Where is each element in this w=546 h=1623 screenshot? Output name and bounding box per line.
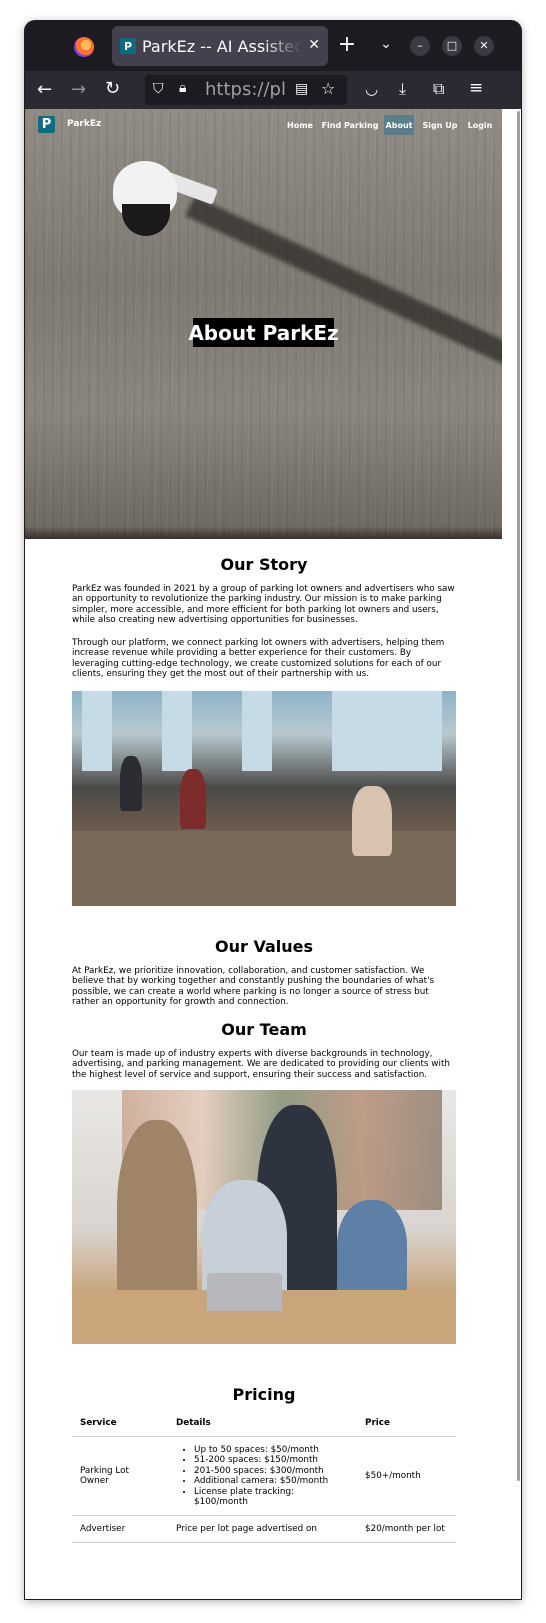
- url-text[interactable]: https://pl: [205, 79, 285, 100]
- site-logo[interactable]: P: [38, 116, 55, 133]
- team-photo: [72, 1090, 456, 1344]
- cell-price: $50+/month: [357, 1436, 456, 1517]
- values-heading: Our Values: [214, 937, 313, 956]
- office-window: [242, 691, 272, 771]
- page-viewport[interactable]: P ParkEz Home Find Parking About Sign Up…: [25, 109, 521, 1599]
- browser-window: P ParkEz -- AI Assistec ✕ + ⌄ – □ ✕ ← → …: [25, 21, 521, 1599]
- cell-details: Price per lot page advertised on: [168, 1515, 357, 1544]
- list-item: Up to 50 spaces: $50/month: [194, 1445, 349, 1455]
- nav-login[interactable]: Login: [465, 115, 495, 135]
- minimize-icon[interactable]: –: [410, 36, 430, 56]
- story-paragraph-1: ParkEz was founded in 2021 by a group of…: [72, 584, 455, 626]
- header-price: Price: [357, 1415, 456, 1437]
- office-window: [162, 691, 192, 771]
- chevron-down-icon[interactable]: ⌄: [375, 36, 397, 52]
- table-row: Advertiser Price per lot page advertised…: [72, 1515, 456, 1544]
- close-icon[interactable]: ✕: [308, 37, 320, 53]
- cell-price: $20/month per lot: [357, 1515, 456, 1544]
- nav-sign-up[interactable]: Sign Up: [422, 115, 458, 135]
- menu-icon[interactable]: ≡: [469, 78, 483, 98]
- office-photo: [72, 691, 456, 906]
- shield-icon[interactable]: ⛉: [153, 81, 164, 97]
- table-header-row: Service Details Price: [72, 1415, 456, 1437]
- tab-favicon-icon: P: [120, 38, 136, 54]
- pricing-heading: Pricing: [232, 1385, 296, 1404]
- navigation-toolbar: ← → ↻ ⛉ 🔒︎ https://pl ▤ ☆ ◡ ⤓ ⧉ ≡: [25, 71, 521, 109]
- pocket-icon[interactable]: ◡: [365, 80, 378, 98]
- team-paragraph: Our team is made up of industry experts …: [72, 1049, 450, 1080]
- table-row: Parking Lot Owner Up to 50 spaces: $50/m…: [72, 1436, 456, 1517]
- office-person: [120, 756, 142, 811]
- team-person: [117, 1120, 197, 1310]
- details-list: Up to 50 spaces: $50/month 51-200 spaces…: [176, 1445, 349, 1507]
- header-service: Service: [72, 1415, 168, 1437]
- list-item: 51-200 spaces: $150/month: [194, 1455, 349, 1465]
- story-heading: Our Story: [220, 555, 308, 574]
- list-item: Additional camera: $50/month: [194, 1476, 349, 1486]
- lock-icon[interactable]: 🔒︎: [179, 80, 186, 96]
- team-heading: Our Team: [221, 1020, 307, 1039]
- hero-banner: P ParkEz Home Find Parking About Sign Up…: [25, 109, 502, 539]
- team-person: [337, 1200, 407, 1300]
- list-item: 201-500 spaces: $300/month: [194, 1466, 349, 1476]
- office-person: [180, 769, 206, 829]
- hero-title: About ParkEz: [188, 318, 339, 347]
- header-details: Details: [168, 1415, 357, 1437]
- maximize-icon[interactable]: □: [442, 36, 462, 56]
- active-tab[interactable]: P ParkEz -- AI Assistec ✕: [112, 26, 328, 66]
- office-window: [332, 691, 442, 771]
- back-icon[interactable]: ←: [37, 79, 52, 100]
- cell-service: Advertiser: [72, 1515, 168, 1544]
- tab-strip: P ParkEz -- AI Assistec ✕ + ⌄ – □ ✕: [25, 21, 521, 71]
- download-icon[interactable]: ⤓: [399, 79, 406, 99]
- office-person: [352, 786, 392, 856]
- tab-title: ParkEz -- AI Assistec: [142, 36, 302, 56]
- nav-find-parking[interactable]: Find Parking: [322, 115, 379, 135]
- pricing-table: Service Details Price Parking Lot Owner …: [72, 1415, 456, 1544]
- nav-home[interactable]: Home: [285, 115, 315, 135]
- office-window: [82, 691, 112, 771]
- reload-icon[interactable]: ↻: [105, 78, 120, 99]
- close-window-icon[interactable]: ✕: [474, 36, 494, 56]
- forward-icon[interactable]: →: [71, 79, 86, 100]
- firefox-logo-icon[interactable]: [74, 37, 94, 57]
- camera-dome: [122, 204, 170, 236]
- values-paragraph: At ParkEz, we prioritize innovation, col…: [72, 966, 435, 1008]
- team-laptop: [207, 1273, 282, 1311]
- nav-about[interactable]: About: [384, 115, 414, 135]
- list-item: License plate tracking: $100/month: [194, 1487, 349, 1508]
- star-icon[interactable]: ☆: [321, 79, 335, 98]
- page-scrollbar[interactable]: [517, 111, 520, 1481]
- url-bar[interactable]: ⛉ 🔒︎ https://pl ▤ ☆: [145, 75, 347, 105]
- cell-service: Parking Lot Owner: [72, 1436, 168, 1517]
- reader-icon[interactable]: ▤: [295, 81, 308, 97]
- cell-details: Up to 50 spaces: $50/month 51-200 spaces…: [168, 1436, 357, 1517]
- extensions-icon[interactable]: ⧉: [433, 79, 444, 99]
- story-paragraph-2: Through our platform, we connect parking…: [72, 638, 445, 680]
- office-desk: [72, 831, 456, 906]
- site-brand[interactable]: ParkEz: [67, 119, 101, 129]
- new-tab-plus-icon[interactable]: +: [335, 34, 359, 56]
